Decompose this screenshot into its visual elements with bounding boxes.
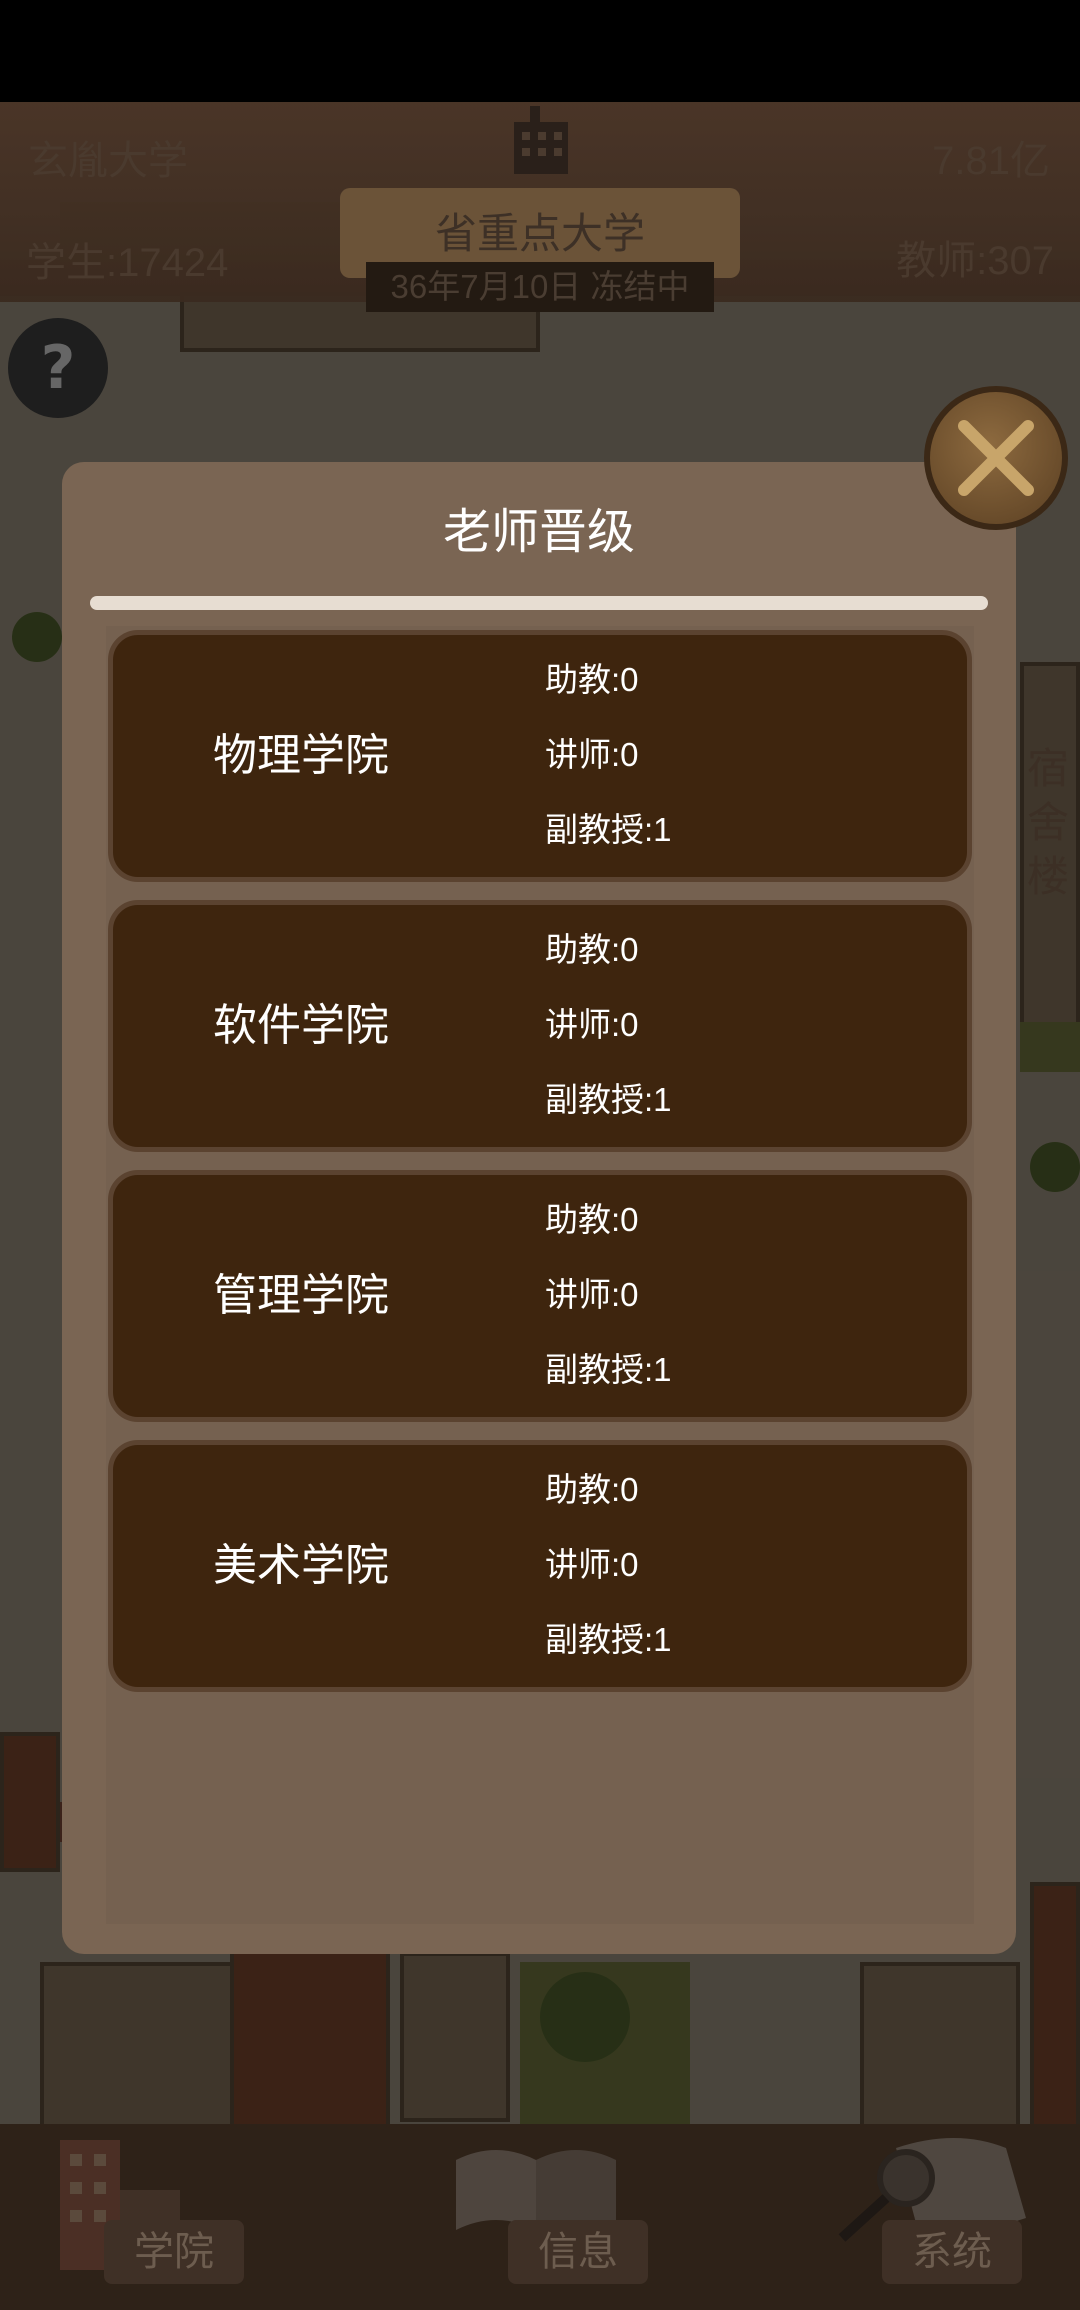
teacher-count: 教师:307: [896, 239, 1054, 283]
lecturer-count: 讲师:0: [545, 1006, 639, 1043]
student-count: 学生:17424: [26, 241, 229, 285]
college-name: 物理学院: [213, 730, 389, 781]
school-building-icon: [514, 106, 568, 174]
title-divider: [90, 596, 988, 610]
assistant-count: 助教:0: [545, 931, 639, 968]
assistant-count: 助教:0: [545, 1471, 639, 1508]
university-name: 玄胤大学: [28, 139, 188, 183]
college-name: 美术学院: [213, 1540, 389, 1591]
lecturer-count: 讲师:0: [545, 1276, 639, 1313]
system-nav-button[interactable]: 系统: [882, 2220, 1022, 2284]
game-date-status: 36年7月10日 冻结中: [390, 268, 690, 305]
college-card-software[interactable]: 软件学院 助教:0 讲师:0 副教授:1: [108, 900, 972, 1152]
college-name: 软件学院: [213, 1000, 389, 1051]
assoc-professor-count: 副教授:1: [545, 811, 672, 848]
assistant-count: 助教:0: [545, 1201, 639, 1238]
assoc-professor-count: 副教授:1: [545, 1621, 672, 1658]
money-counter: 7.81亿: [932, 139, 1050, 183]
assoc-professor-count: 副教授:1: [545, 1351, 672, 1388]
help-button[interactable]: ?: [8, 318, 108, 418]
dialog-title: 老师晋级: [442, 504, 635, 560]
assoc-professor-count: 副教授:1: [545, 1081, 672, 1118]
lecturer-count: 讲师:0: [545, 736, 639, 773]
status-bar: [0, 0, 1080, 102]
college-card-physics[interactable]: 物理学院 助教:0 讲师:0 副教授:1: [108, 630, 972, 882]
lecturer-count: 讲师:0: [545, 1546, 639, 1583]
question-icon: ?: [40, 333, 76, 403]
college-nav-button[interactable]: 学院: [104, 2220, 244, 2284]
college-name: 管理学院: [213, 1270, 389, 1321]
college-card-fine-arts[interactable]: 美术学院 助教:0 讲师:0 副教授:1: [108, 1440, 972, 1692]
college-card-management[interactable]: 管理学院 助教:0 讲师:0 副教授:1: [108, 1170, 972, 1422]
dormitory-label: 宿舍楼: [1026, 744, 1069, 901]
assistant-count: 助教:0: [545, 661, 639, 698]
close-button[interactable]: [924, 386, 1068, 530]
close-x-icon: [958, 420, 1034, 496]
info-nav-button[interactable]: 信息: [508, 2220, 648, 2284]
